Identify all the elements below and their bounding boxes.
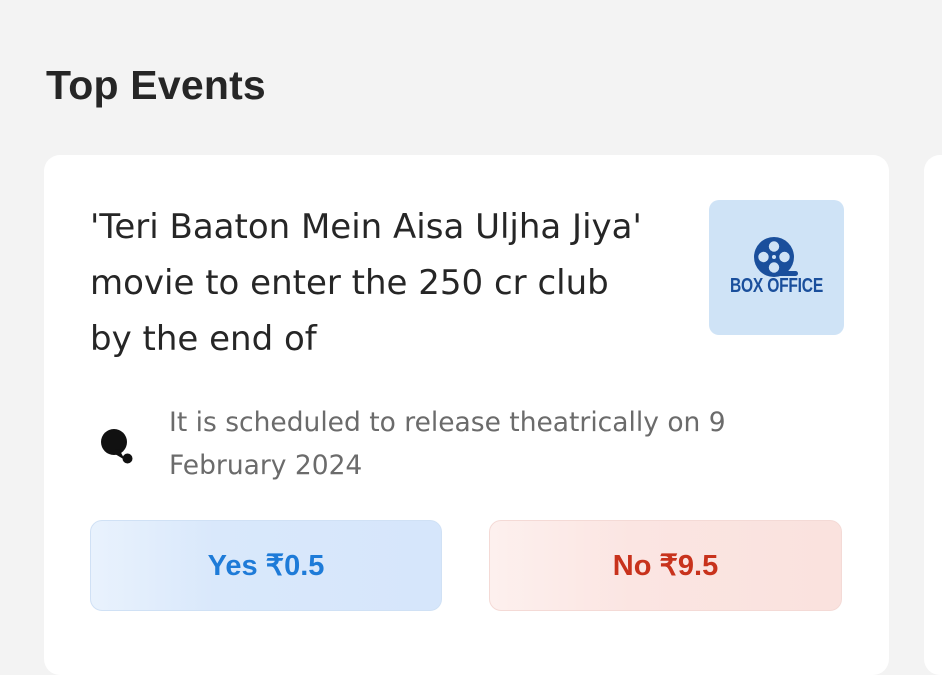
source-logo-icon <box>101 429 133 464</box>
no-button-label: No ₹9.5 <box>612 550 719 582</box>
event-card[interactable]: 'Teri Baaton Mein Aisa Uljha Jiya' movie… <box>44 155 889 675</box>
event-description: It is scheduled to release theatrically … <box>169 407 726 481</box>
thumbnail-label: BOX OFFICE <box>729 275 823 297</box>
event-thumbnail: BOX OFFICE <box>709 200 844 335</box>
yes-button[interactable]: Yes ₹0.5 <box>90 520 442 611</box>
film-reel-icon <box>754 237 798 277</box>
no-button[interactable]: No ₹9.5 <box>489 520 842 611</box>
event-title[interactable]: 'Teri Baaton Mein Aisa Uljha Jiya' movie… <box>90 199 650 367</box>
section-title: Top Events <box>46 62 266 108</box>
next-event-card[interactable] <box>924 155 942 675</box>
yes-button-label: Yes ₹0.5 <box>207 550 325 582</box>
